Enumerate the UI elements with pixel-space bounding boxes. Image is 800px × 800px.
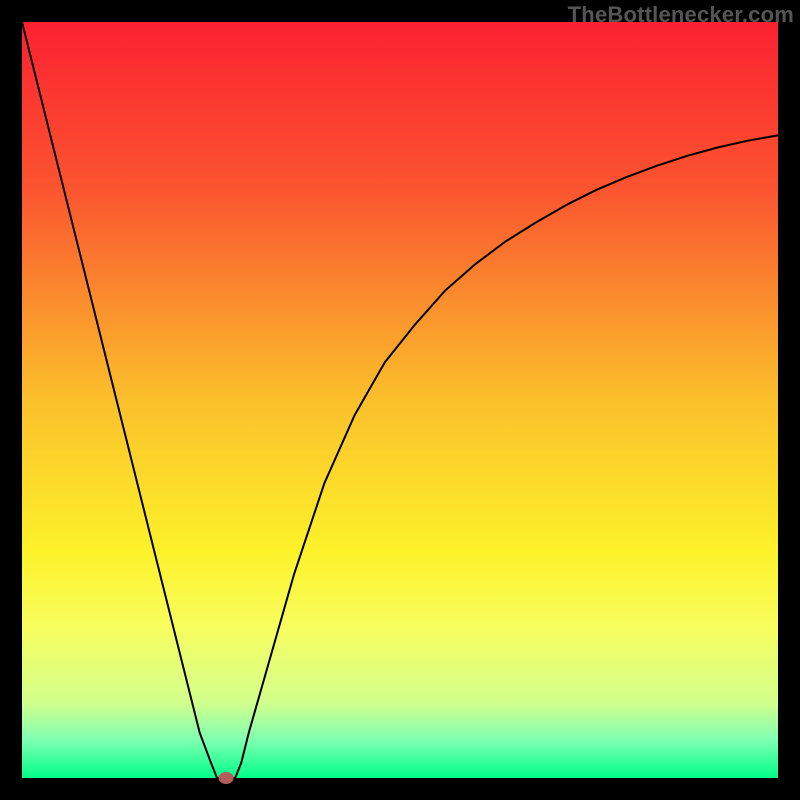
bottleneck-curve-layer <box>22 22 778 778</box>
watermark-text: TheBottlenecker.com <box>568 2 794 28</box>
optimal-point-marker <box>219 772 234 784</box>
bottleneck-curve <box>22 22 778 778</box>
